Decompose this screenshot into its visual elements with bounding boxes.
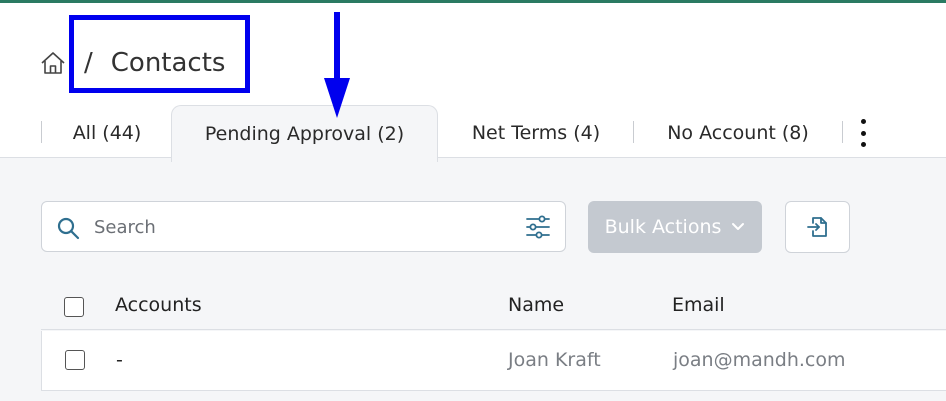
select-all-checkbox[interactable] bbox=[64, 297, 84, 317]
tab-divider bbox=[633, 121, 634, 143]
row-email: joan@mandh.com bbox=[673, 349, 846, 371]
export-icon bbox=[806, 217, 827, 237]
column-header-email[interactable]: Email bbox=[672, 294, 725, 316]
bulk-actions-label: Bulk Actions bbox=[604, 216, 722, 238]
annotation-arrow-icon bbox=[324, 12, 350, 118]
table-header: Accounts Name Email bbox=[41, 282, 946, 330]
annotation-highlight-box bbox=[69, 15, 250, 93]
search-input[interactable] bbox=[94, 212, 514, 242]
row-checkbox[interactable] bbox=[65, 350, 85, 370]
column-header-accounts[interactable]: Accounts bbox=[115, 294, 202, 316]
table-row[interactable]: - Joan Kraft joan@mandh.com bbox=[41, 331, 946, 391]
column-header-name[interactable]: Name bbox=[508, 294, 564, 316]
tab-no-account[interactable]: No Account (8) bbox=[650, 105, 826, 161]
tab-divider bbox=[41, 121, 42, 143]
filter-icon[interactable] bbox=[525, 215, 551, 239]
tab-divider bbox=[842, 121, 843, 143]
export-button[interactable] bbox=[785, 201, 850, 253]
row-account: - bbox=[116, 349, 123, 371]
tab-pending-approval[interactable]: Pending Approval (2) bbox=[171, 105, 438, 162]
home-icon[interactable] bbox=[40, 50, 66, 76]
more-vertical-icon[interactable] bbox=[856, 119, 870, 147]
bulk-actions-button[interactable]: Bulk Actions bbox=[588, 201, 762, 253]
tab-net-terms[interactable]: Net Terms (4) bbox=[456, 105, 616, 161]
chevron-down-icon bbox=[732, 223, 745, 230]
row-name: Joan Kraft bbox=[508, 349, 601, 371]
search-icon bbox=[57, 217, 80, 240]
search-field[interactable] bbox=[41, 201, 566, 252]
tab-all[interactable]: All (44) bbox=[58, 105, 156, 161]
tab-bar: All (44) Pending Approval (2) Net Terms … bbox=[0, 105, 946, 162]
